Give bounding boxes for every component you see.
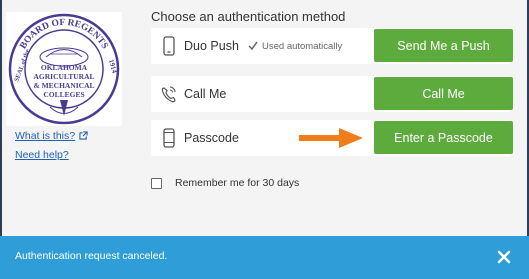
what-is-this-link[interactable]: What is this? <box>15 130 88 142</box>
seal-line-3: & MECHANICAL <box>33 81 94 90</box>
passcode-phone-icon <box>163 128 175 148</box>
status-message: Authentication request canceled. <box>15 250 168 262</box>
external-link-icon <box>79 131 88 140</box>
remember-me-checkbox[interactable] <box>151 177 162 189</box>
seal-line-1: OKLAHOMA <box>41 63 88 72</box>
used-automatically-note: Used automatically <box>248 41 342 52</box>
call-me-button[interactable]: Call Me <box>374 77 513 110</box>
auth-method-heading: Choose an authentication method <box>151 9 346 24</box>
method-label-duo-push: Duo Push <box>184 39 239 53</box>
what-is-this-label: What is this? <box>15 130 76 142</box>
method-label-call-me: Call Me <box>184 87 227 101</box>
remember-me-label: Remember me for 30 days <box>175 177 300 189</box>
institution-logo: BOARD OF REGENTS SEAL of the 1914 OKLAHO… <box>6 12 122 126</box>
close-icon[interactable] <box>496 249 512 265</box>
send-push-button[interactable]: Send Me a Push <box>374 29 513 62</box>
used-automatically-label: Used automatically <box>262 41 343 52</box>
seal-line-4: COLLEGES <box>43 90 84 99</box>
method-label-passcode: Passcode <box>184 131 239 145</box>
checkmark-icon <box>248 41 258 50</box>
need-help-link[interactable]: Need help? <box>15 149 69 161</box>
method-row-duo-push: Duo Push Used automatically Send Me a Pu… <box>151 28 513 64</box>
enter-passcode-button[interactable]: Enter a Passcode <box>374 121 513 154</box>
remember-me-option[interactable]: Remember me for 30 days <box>151 175 299 191</box>
orange-arrow-icon <box>299 128 363 148</box>
call-icon <box>161 86 176 103</box>
status-banner: Authentication request canceled. <box>0 236 529 279</box>
seal-icon: BOARD OF REGENTS SEAL of the 1914 OKLAHO… <box>6 12 122 126</box>
method-row-call-me: Call Me Call Me <box>151 76 513 112</box>
phone-icon <box>163 36 175 56</box>
seal-line-2: AGRICULTURAL <box>34 72 95 81</box>
